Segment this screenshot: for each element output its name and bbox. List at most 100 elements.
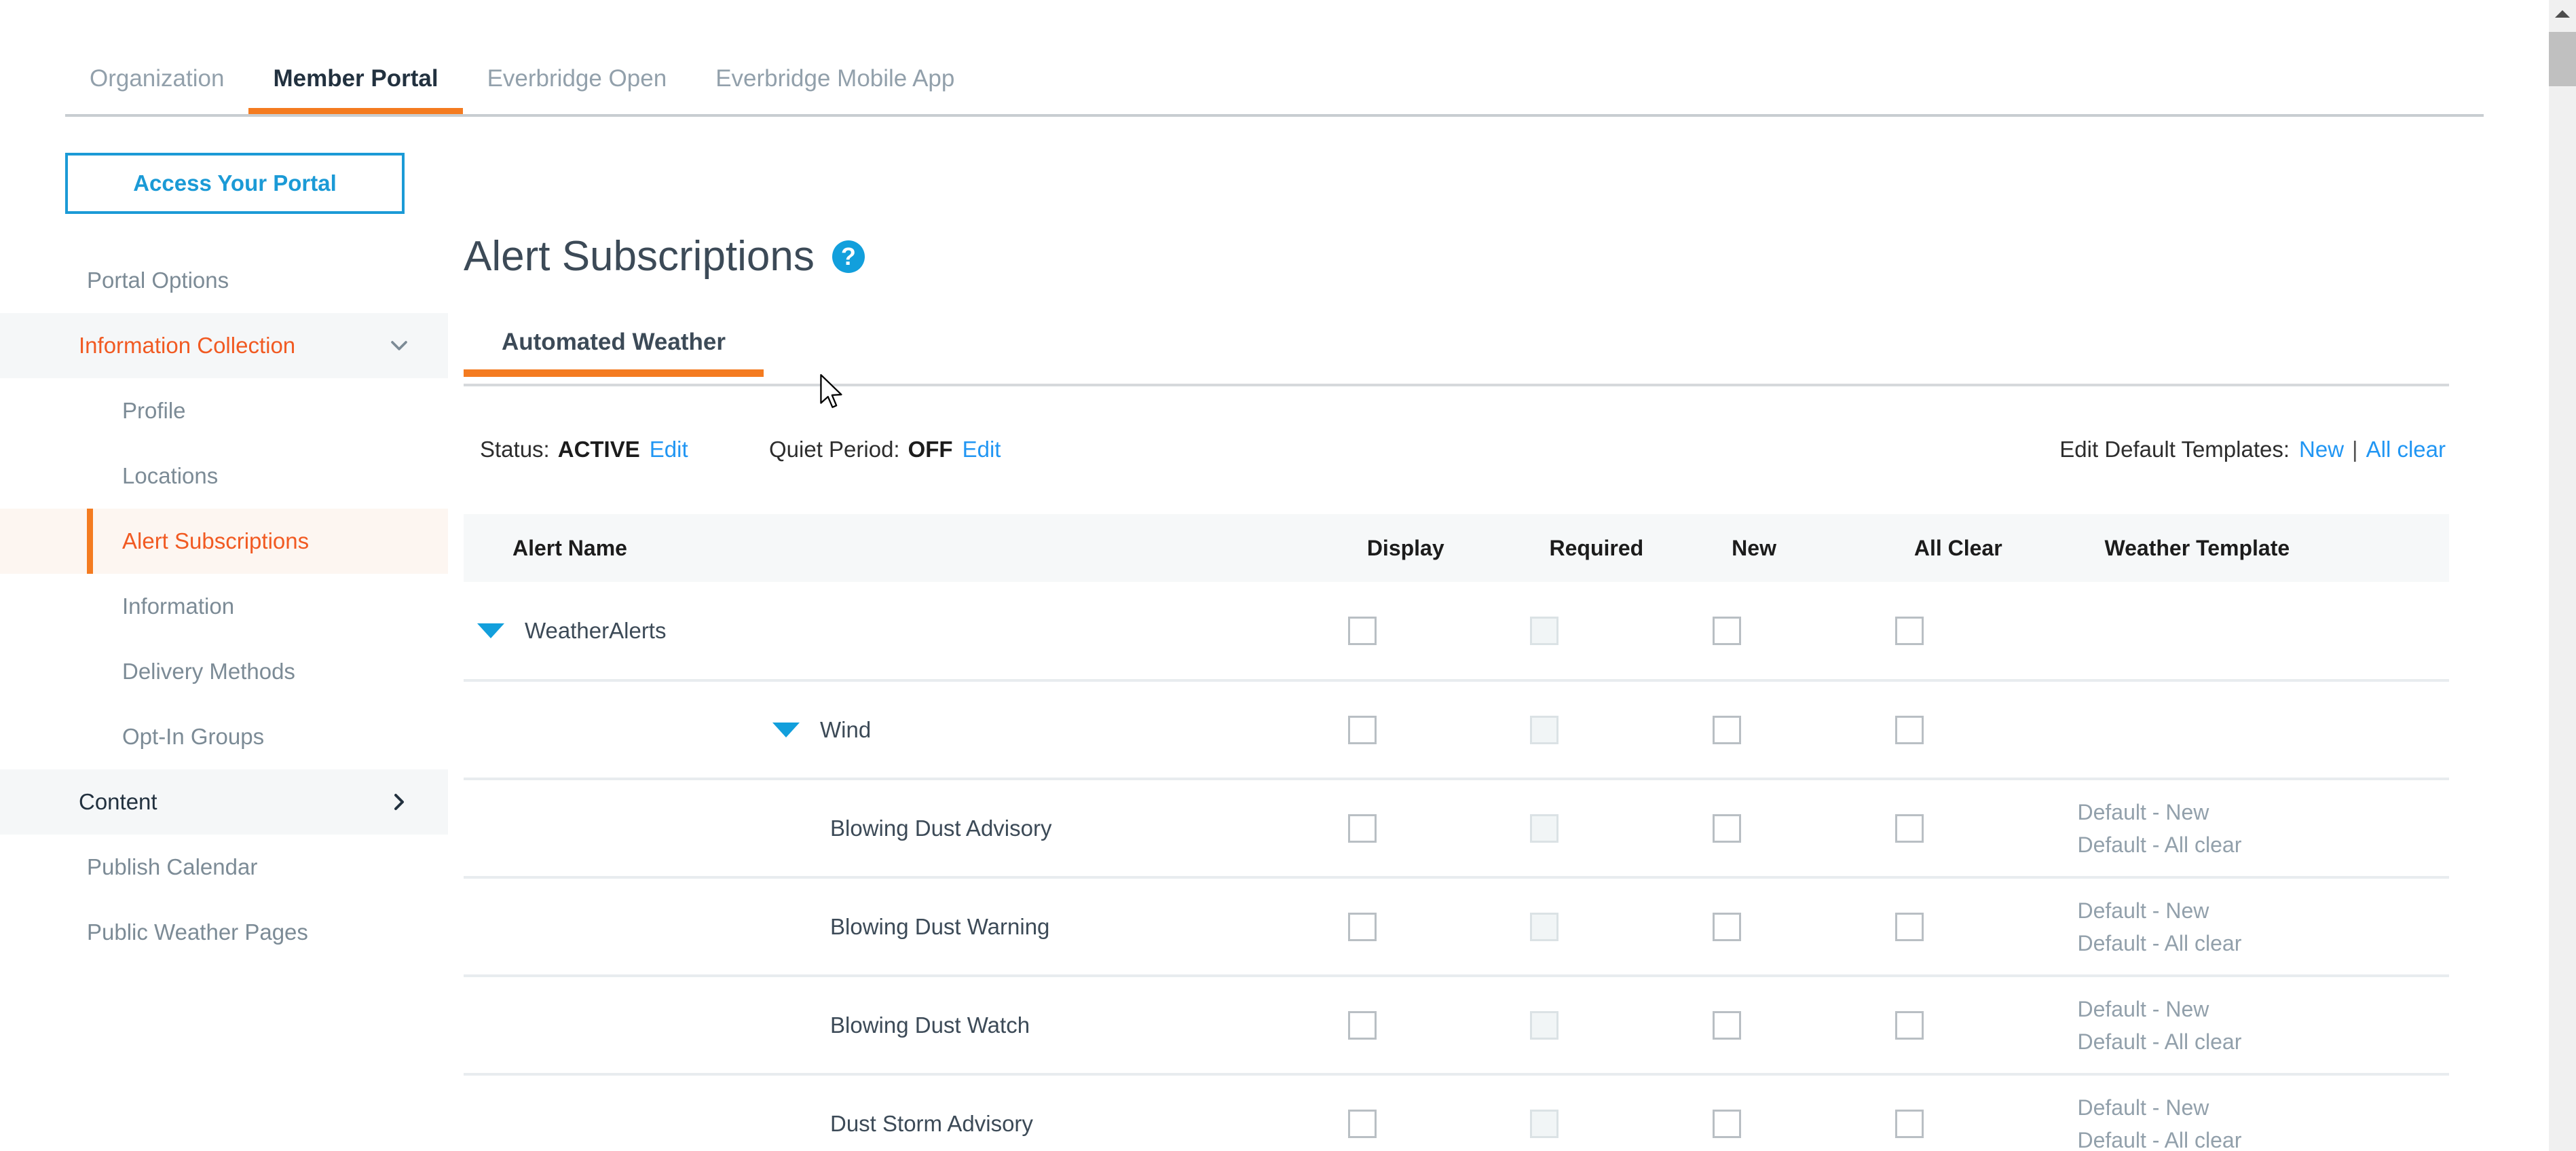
tab-everbridge-mobile-app[interactable]: Everbridge Mobile App [691, 65, 979, 115]
new-checkbox[interactable] [1713, 1109, 1742, 1138]
template-new-link[interactable]: New [2299, 437, 2344, 462]
required-checkbox [1530, 616, 1559, 645]
required-cell [1530, 976, 1713, 1074]
sidebar-item-label: Opt-In Groups [122, 724, 265, 749]
required-checkbox [1530, 814, 1559, 843]
sidebar-item-label: Portal Options [87, 268, 229, 293]
page-title: Alert Subscriptions [464, 233, 815, 280]
alert-name-cell: Blowing Dust Warning [464, 877, 1348, 976]
all-clear-checkbox[interactable] [1894, 814, 1924, 843]
sub-tab-divider [464, 384, 2449, 386]
sidebar-item-locations[interactable]: Locations [0, 443, 448, 509]
sub-tab-bar: Automated Weather [464, 328, 2459, 388]
alert-name-cell: WeatherAlerts [464, 582, 1348, 680]
tab-organization[interactable]: Organization [65, 65, 248, 115]
column-header-weather-template: Weather Template [2077, 514, 2449, 582]
display-checkbox[interactable] [1347, 814, 1377, 843]
table-row: WeatherAlerts [464, 582, 2449, 680]
new-checkbox[interactable] [1713, 715, 1742, 744]
required-cell [1530, 779, 1713, 877]
sidebar-item-label: Publish Calendar [87, 854, 258, 879]
template-all-clear-label: Default - All clear [2077, 930, 2242, 955]
alert-name-cell: Wind [464, 680, 1348, 779]
status-group: Status: ACTIVE Edit [480, 437, 688, 462]
display-checkbox[interactable] [1347, 1109, 1377, 1138]
new-cell [1713, 976, 1895, 1074]
quiet-period-edit-link[interactable]: Edit [963, 437, 1001, 462]
column-header-alert-name: Alert Name [464, 514, 1348, 582]
template-new-label: Default - New [2077, 799, 2209, 824]
weather-template-cell [2078, 680, 2450, 779]
display-checkbox[interactable] [1347, 1010, 1377, 1040]
status-edit-link[interactable]: Edit [650, 437, 688, 462]
tab-everbridge-open[interactable]: Everbridge Open [463, 65, 692, 115]
sidebar-item-content[interactable]: Content [0, 769, 448, 835]
template-all-clear-link[interactable]: All clear [2366, 437, 2446, 462]
alert-name-inner: Blowing Dust Warning [464, 914, 1348, 940]
table-row: Dust Storm Advisory Default - New Defaul… [464, 1074, 2449, 1151]
alert-name-cell: Dust Storm Advisory [464, 1074, 1348, 1151]
sidebar-item-opt-in-groups[interactable]: Opt-In Groups [0, 704, 448, 769]
display-checkbox[interactable] [1347, 715, 1377, 744]
sidebar-item-label: Public Weather Pages [87, 919, 308, 945]
sidebar-item-information[interactable]: Information [0, 574, 448, 639]
triangle-down-icon[interactable] [477, 623, 504, 638]
weather-template-cell: Default - New Default - All clear [2078, 779, 2450, 877]
all-clear-checkbox[interactable] [1894, 1109, 1924, 1138]
display-cell [1347, 680, 1531, 779]
quiet-period-value: OFF [908, 437, 953, 462]
column-header-display: Display [1347, 514, 1531, 582]
weather-template-cell: Default - New Default - All clear [2078, 976, 2450, 1074]
sidebar-item-publish-calendar[interactable]: Publish Calendar [0, 835, 448, 900]
display-cell [1347, 976, 1531, 1074]
default-templates-group: Edit Default Templates: New | All clear [2059, 437, 2446, 462]
alert-subscriptions-table: Alert Name Display Required New All Clea… [464, 514, 2449, 1151]
scrollbar-thumb[interactable] [2549, 32, 2576, 86]
all-clear-cell [1894, 582, 2078, 680]
quiet-period-label: Quiet Period: [769, 437, 900, 462]
sidebar-item-profile[interactable]: Profile [0, 378, 448, 443]
all-clear-checkbox[interactable] [1894, 1010, 1924, 1040]
help-icon[interactable]: ? [832, 240, 865, 273]
template-link-separator: | [2352, 437, 2358, 462]
status-label: Status: [480, 437, 550, 462]
main-content: Alert Subscriptions ? Automated Weather … [464, 136, 2459, 1151]
new-checkbox[interactable] [1713, 814, 1742, 843]
new-checkbox[interactable] [1713, 1010, 1742, 1040]
sidebar-item-delivery-methods[interactable]: Delivery Methods [0, 639, 448, 704]
access-your-portal-button[interactable]: Access Your Portal [65, 153, 405, 214]
top-tab-divider [65, 114, 2484, 117]
column-header-all-clear: All Clear [1894, 514, 2078, 582]
new-cell [1713, 582, 1895, 680]
sidebar-item-label: Information [122, 593, 235, 619]
sidebar-item-public-weather-pages[interactable]: Public Weather Pages [0, 900, 448, 965]
table-header-row: Alert Name Display Required New All Clea… [464, 514, 2449, 582]
chevron-right-icon [384, 787, 414, 817]
status-bar: Status: ACTIVE Edit Quiet Period: OFF Ed… [464, 437, 2459, 475]
weather-template-cell: Default - New Default - All clear [2078, 877, 2450, 976]
display-checkbox[interactable] [1347, 616, 1377, 645]
chevron-down-icon [384, 331, 414, 361]
template-new-label: Default - New [2077, 898, 2209, 923]
all-clear-checkbox[interactable] [1894, 912, 1924, 941]
all-clear-checkbox[interactable] [1894, 715, 1924, 744]
all-clear-checkbox[interactable] [1894, 616, 1924, 645]
sidebar-item-alert-subscriptions[interactable]: Alert Subscriptions [0, 509, 448, 574]
sidebar-item-portal-options[interactable]: Portal Options [0, 248, 448, 313]
alert-name-text: Blowing Dust Watch [830, 1012, 1030, 1038]
sidebar-nav-list: Portal Options Information Collection Pr… [0, 248, 448, 965]
new-checkbox[interactable] [1713, 616, 1742, 645]
tab-member-portal[interactable]: Member Portal [248, 65, 463, 115]
scrollbar-up-arrow[interactable] [2549, 0, 2576, 27]
table-header: Alert Name Display Required New All Clea… [464, 514, 2449, 582]
vertical-scrollbar[interactable] [2549, 0, 2576, 1151]
sidebar-item-information-collection[interactable]: Information Collection [0, 313, 448, 378]
template-all-clear-label: Default - All clear [2077, 1127, 2242, 1151]
alert-name-cell: Blowing Dust Advisory [464, 779, 1348, 877]
display-checkbox[interactable] [1347, 912, 1377, 941]
triangle-down-icon[interactable] [772, 722, 800, 737]
sidebar-item-label: Information Collection [79, 333, 296, 358]
tab-automated-weather[interactable]: Automated Weather [464, 328, 764, 377]
table-row: Blowing Dust Warning Default - New Defau… [464, 877, 2449, 976]
new-checkbox[interactable] [1713, 912, 1742, 941]
